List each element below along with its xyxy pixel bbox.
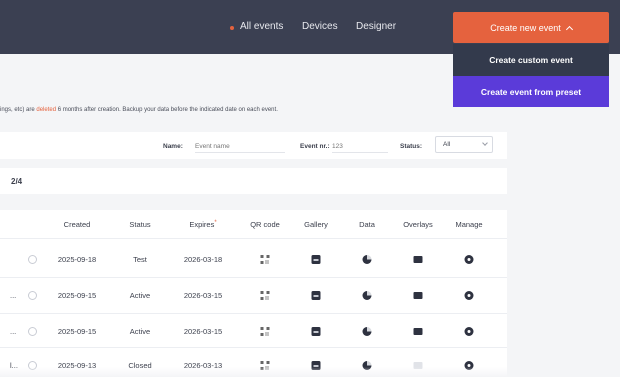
header-overlays: Overlays bbox=[403, 220, 433, 229]
data-chart-icon[interactable] bbox=[362, 291, 372, 300]
qr-code-icon[interactable] bbox=[260, 255, 270, 264]
notice-deleted-highlight: deleted bbox=[36, 107, 57, 113]
status-cell: Active bbox=[129, 327, 151, 336]
header-manage: Manage bbox=[455, 220, 483, 229]
created-cell: 2025-09-18 bbox=[57, 255, 97, 264]
bottom-fade bbox=[0, 367, 620, 377]
qr-code-icon[interactable] bbox=[260, 291, 270, 300]
data-chart-icon[interactable] bbox=[362, 327, 372, 336]
event-name-cell[interactable]: ... bbox=[10, 291, 16, 300]
expires-asterisk: * bbox=[214, 220, 217, 226]
status-cell: Active bbox=[129, 291, 151, 300]
event-name-cell[interactable]: ... bbox=[10, 327, 16, 336]
header-expires[interactable]: Expires* bbox=[189, 220, 216, 229]
row-select-radio[interactable] bbox=[28, 255, 37, 264]
created-cell: 2025-09-15 bbox=[57, 327, 97, 336]
status-cell: Test bbox=[133, 255, 147, 264]
header-gallery: Gallery bbox=[304, 220, 328, 229]
qr-code-icon[interactable] bbox=[260, 327, 270, 336]
create-new-event-button[interactable]: Create new event bbox=[453, 12, 609, 43]
expires-cell: 2026-03-15 bbox=[183, 291, 223, 300]
header-created[interactable]: Created bbox=[64, 220, 91, 229]
nav-devices[interactable]: Devices bbox=[302, 21, 338, 32]
create-custom-event-option[interactable]: Create custom event bbox=[453, 44, 609, 76]
expires-cell: 2026-03-18 bbox=[183, 255, 223, 264]
gallery-icon[interactable] bbox=[311, 327, 321, 336]
created-cell: 2025-09-15 bbox=[57, 291, 97, 300]
gear-icon[interactable] bbox=[464, 291, 474, 300]
row-select-radio[interactable] bbox=[28, 327, 37, 336]
notice-text-end: 6 months after creation. Backup your dat… bbox=[56, 107, 278, 113]
overlay-folder-icon[interactable] bbox=[413, 292, 423, 299]
expires-cell: 2026-03-15 bbox=[183, 327, 223, 336]
event-nr-input[interactable] bbox=[332, 140, 388, 153]
create-new-event-label: Create new event bbox=[490, 22, 561, 33]
header-data: Data bbox=[359, 220, 375, 229]
pagination-bar bbox=[0, 168, 507, 194]
notice-text-start: ings, etc) are bbox=[0, 107, 37, 113]
gallery-icon[interactable] bbox=[311, 291, 321, 300]
header-status[interactable]: Status bbox=[129, 220, 150, 229]
retention-notice: ings, etc) are deleted 6 months after cr… bbox=[0, 107, 278, 113]
header-expires-label: Expires bbox=[189, 220, 215, 229]
header-divider bbox=[0, 238, 507, 239]
chevron-up-icon bbox=[565, 25, 573, 33]
event-name-input[interactable] bbox=[195, 140, 285, 153]
page-indicator: 2/4 bbox=[11, 177, 23, 186]
name-filter-label: Name: bbox=[163, 143, 183, 150]
row-divider bbox=[0, 347, 507, 348]
status-select-value: All bbox=[443, 141, 451, 148]
row-select-radio[interactable] bbox=[28, 291, 37, 300]
data-chart-icon[interactable] bbox=[362, 255, 372, 264]
overlay-folder-icon[interactable] bbox=[413, 328, 423, 335]
gallery-icon[interactable] bbox=[311, 255, 321, 264]
create-event-from-preset-option[interactable]: Create event from preset bbox=[453, 76, 609, 107]
row-divider bbox=[0, 313, 507, 314]
nav-designer[interactable]: Designer bbox=[356, 21, 396, 32]
row-divider bbox=[0, 277, 507, 278]
event-nr-filter-label: Event nr.: bbox=[300, 143, 330, 150]
status-filter-label: Status: bbox=[400, 143, 423, 150]
active-nav-dot bbox=[230, 26, 234, 30]
header-qr-code: QR code bbox=[250, 220, 280, 229]
gear-icon[interactable] bbox=[464, 327, 474, 336]
gear-icon[interactable] bbox=[464, 255, 474, 264]
overlay-folder-icon[interactable] bbox=[413, 256, 423, 263]
nav-all-events[interactable]: All events bbox=[240, 21, 283, 32]
